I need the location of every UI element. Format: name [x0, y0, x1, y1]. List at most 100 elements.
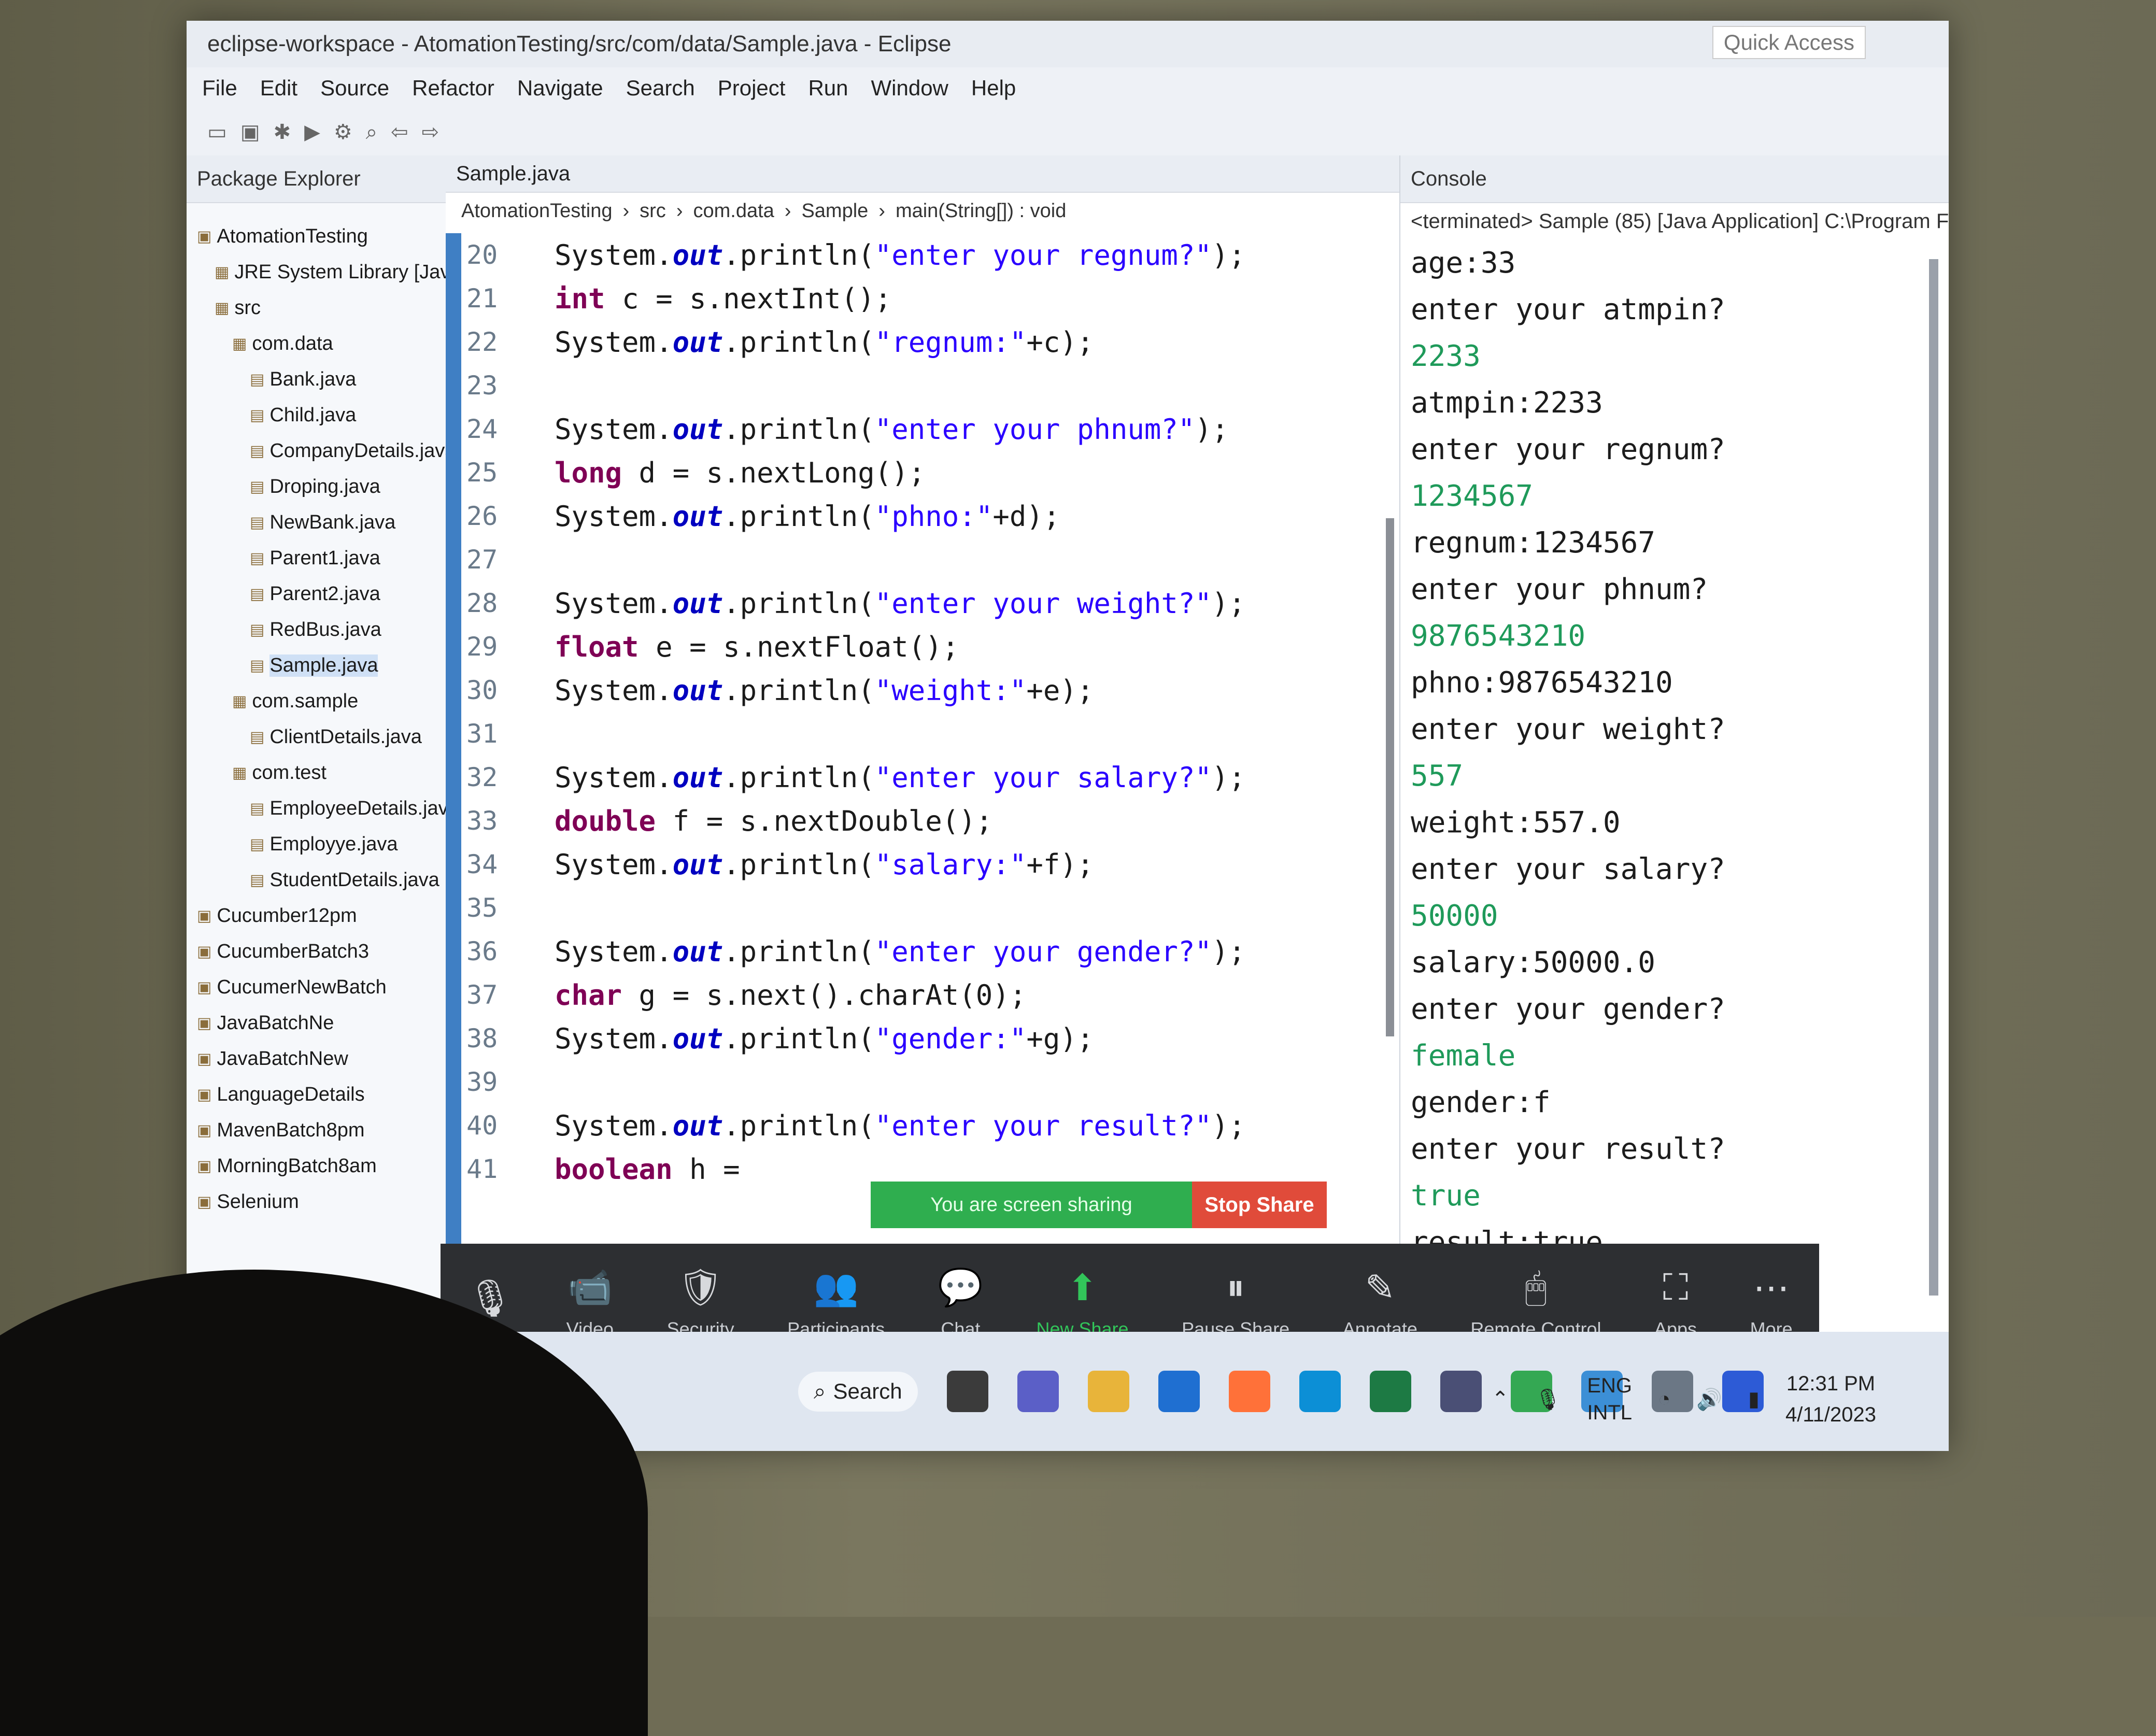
folder-icon[interactable] [1087, 1371, 1129, 1412]
tree-item[interactable]: ▦ src [187, 290, 446, 326]
menu-item-refactor[interactable]: Refactor [412, 76, 494, 101]
breadcrumb-item[interactable]: src [640, 200, 666, 222]
tree-item[interactable]: ▣ AtomationTesting [187, 219, 446, 254]
tree-item[interactable]: ▣ Cucumber12pm [187, 898, 446, 934]
breadcrumb: AtomationTesting › src › com.data › Sample › mai… [446, 193, 1399, 229]
teams-icon[interactable] [1017, 1371, 1059, 1412]
zoom-control-participants[interactable]: 👥 Participants [787, 1267, 885, 1340]
file-manager-icon[interactable] [946, 1371, 988, 1412]
debug-icon[interactable]: ✱ [274, 120, 291, 144]
code-area[interactable]: 20 System.out.println("enter your regnum?… [446, 233, 1379, 1332]
menu-item-run[interactable]: Run [808, 76, 848, 101]
menu-item-window[interactable]: Window [871, 76, 948, 101]
excel-icon[interactable] [1369, 1371, 1411, 1412]
external-tools-icon[interactable]: ⚙ [334, 120, 352, 144]
store-icon[interactable] [1158, 1371, 1200, 1412]
menu-item-navigate[interactable]: Navigate [517, 76, 603, 101]
share-icon: ⬆ [1067, 1268, 1098, 1308]
microphone-tray-icon[interactable]: 🎙 [1535, 1387, 1562, 1412]
breadcrumb-item[interactable]: AtomationTesting [461, 200, 613, 222]
tree-item[interactable]: ▤ RedBus.java [187, 612, 446, 648]
menu-item-edit[interactable]: Edit [260, 76, 297, 101]
menu-item-source[interactable]: Source [320, 76, 389, 101]
tree-item[interactable]: ▦ com.data [187, 326, 446, 362]
tree-item[interactable]: ▤ Bank.java [187, 362, 446, 397]
zoom-control-pause-share[interactable]: ⏸ Pause Share [1182, 1267, 1289, 1340]
breadcrumb-item[interactable]: main(String[]) : void [896, 200, 1066, 222]
chat-icon: 💬 [938, 1267, 983, 1307]
new-icon[interactable]: ▭ [207, 120, 227, 144]
tree-item[interactable]: ▤ CompanyDetails.java [187, 433, 456, 469]
zoom-control-video[interactable]: 📹 Video [566, 1267, 614, 1340]
menu-item-search[interactable]: Search [626, 76, 695, 101]
stop-share-button[interactable]: Stop Share [1192, 1182, 1327, 1228]
menu-item-help[interactable]: Help [971, 76, 1016, 101]
breadcrumb-item[interactable]: Sample [801, 200, 868, 222]
tree-item[interactable]: ▤ StudentDetails.java [187, 862, 446, 898]
tree-item[interactable]: ▤ NewBank.java [187, 505, 446, 540]
zoom-taskbar-icon[interactable] [1440, 1371, 1482, 1412]
code-line: 37 char g = s.next().charAt(0); [446, 973, 1379, 1017]
tab-sample-java[interactable]: Sample.java [446, 155, 1399, 193]
edge-icon[interactable] [1299, 1371, 1341, 1412]
tree-item[interactable]: ▤ Parent2.java [187, 576, 446, 612]
menu-item-file[interactable]: File [202, 76, 237, 101]
tree-item[interactable]: ▣ JavaBatchNew [187, 1041, 446, 1077]
zoom-control-security[interactable]: 🛡 Security [667, 1267, 734, 1340]
search-tool-icon[interactable]: ⌕ [366, 121, 377, 144]
run-icon[interactable]: ▶ [304, 120, 320, 144]
console-output-line: enter your weight? [1411, 712, 1725, 746]
java-file-icon: ▤ [250, 836, 265, 853]
console-launch-header: <terminated> Sample (85) [Java Applicati… [1411, 209, 1949, 233]
firefox-icon[interactable] [1228, 1371, 1270, 1412]
code-text: System.out.println("weight:"+e); [555, 674, 1094, 707]
console-output-line: enter your result? [1411, 1132, 1725, 1166]
tree-item[interactable]: ▦ JRE System Library [JavaSE-1 [187, 254, 505, 290]
tree-item[interactable]: ▤ Employye.java [187, 827, 446, 862]
wifi-icon[interactable]: ◔ [1658, 1388, 1670, 1411]
tree-item[interactable]: ▤ Parent1.java [187, 540, 446, 576]
tree-item[interactable]: ▣ JavaBatchNe [187, 1005, 446, 1041]
zoom-control-new-share[interactable]: ⬆ New Share [1036, 1267, 1128, 1340]
tree-item[interactable]: ▤ Droping.java [187, 469, 446, 505]
breadcrumb-item[interactable]: com.data [693, 200, 774, 222]
tree-item[interactable]: ▤ EmployeeDetails.java [187, 791, 459, 827]
tree-item[interactable]: ▣ CucumerNewBatch [187, 970, 446, 1005]
console-scrollbar[interactable] [1929, 259, 1938, 1296]
tree-item[interactable]: ▤ ClientDetails.java [187, 719, 446, 755]
tree-item[interactable]: ▣ MavenBatch8pm [187, 1113, 446, 1148]
tree-item-label: Selenium [217, 1191, 299, 1213]
tree-item[interactable]: ▦ com.test [187, 755, 446, 791]
forward-icon[interactable]: ⇨ [422, 120, 439, 144]
back-icon[interactable]: ⇦ [391, 120, 408, 144]
zoom-control-chat[interactable]: 💬 Chat [938, 1267, 983, 1340]
zoom-control-remote-control[interactable]: 🖱 Remote Control [1470, 1267, 1601, 1340]
tree-item[interactable]: ▣ CucumberBatch3 [187, 934, 446, 970]
zoom-control-more[interactable]: ⋯ More [1750, 1267, 1793, 1340]
chevron-up-icon[interactable]: ⌃ [1492, 1387, 1509, 1411]
tree-item[interactable]: ▣ MorningBatch8am [187, 1148, 446, 1184]
code-text: System.out.println("enter your phnum?"); [555, 412, 1229, 446]
tree-item[interactable]: ▣ LanguageDetails [187, 1077, 446, 1113]
tree-item[interactable]: ▦ com.sample [187, 684, 446, 719]
tab-package-explorer[interactable]: Package Explorer [187, 155, 446, 203]
save-icon[interactable]: ▣ [240, 120, 260, 144]
console-output-line: gender:f [1411, 1085, 1551, 1119]
screen-sharing-banner-label: You are screen sharing [930, 1193, 1132, 1216]
quick-access-field[interactable]: Quick Access [1712, 26, 1866, 59]
battery-icon[interactable]: ▮ [1748, 1387, 1760, 1411]
volume-icon[interactable]: 🔊 [1696, 1387, 1722, 1412]
tree-item[interactable]: ▤ Child.java [187, 397, 446, 433]
editor-scrollbar[interactable] [1386, 518, 1394, 1036]
tree-item[interactable]: ▤ Sample.java [187, 648, 446, 684]
tree-item-label: com.sample [252, 690, 359, 712]
tree-item[interactable]: ▣ Selenium [187, 1184, 446, 1220]
zoom-control-annotate[interactable]: ✎ Annotate [1343, 1267, 1417, 1340]
console-output[interactable]: age:33 enter your atmpin? 2233 atmpin:2233 e… [1400, 239, 1949, 1265]
menu-item-project[interactable]: Project [718, 76, 786, 101]
tab-console[interactable]: Console [1400, 155, 1949, 203]
taskbar-search[interactable]: ⌕ Search [798, 1371, 918, 1412]
clock[interactable]: 12:31 PM 4/11/2023 [1785, 1368, 1876, 1430]
zoom-control-apps[interactable]: ⛶ Apps [1654, 1267, 1697, 1340]
input-language[interactable]: ENG INTL [1587, 1372, 1632, 1426]
